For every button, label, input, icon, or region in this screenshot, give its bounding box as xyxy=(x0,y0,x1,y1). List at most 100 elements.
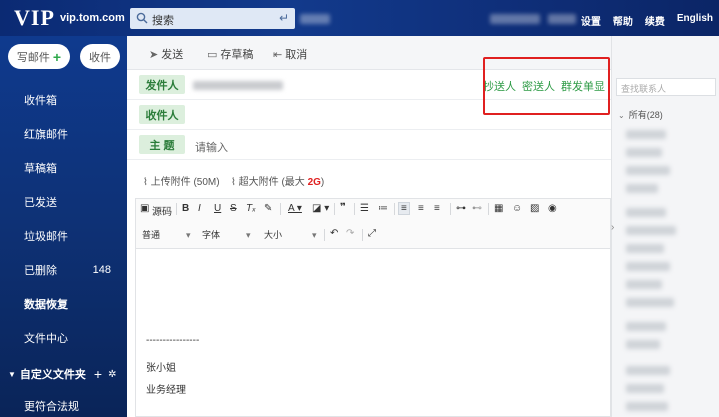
recipient-label: 收件人 xyxy=(139,105,185,124)
source-button[interactable]: 源码 xyxy=(152,203,172,218)
sidebar-item-flagged[interactable]: 红旗邮件 xyxy=(0,120,127,148)
cancel-button[interactable]: ⇤ 取消 xyxy=(273,46,307,62)
contact-item[interactable] xyxy=(626,280,662,289)
subject-row[interactable]: 主 题 请输入 xyxy=(127,130,611,160)
divider xyxy=(280,203,281,215)
enter-icon[interactable]: ↵ xyxy=(279,11,289,25)
align-right-icon[interactable]: ≡ xyxy=(434,203,440,214)
subject-input[interactable]: 请输入 xyxy=(195,139,228,155)
contacts-all-group[interactable]: ⌄ 所有(28) xyxy=(618,108,663,121)
contact-item[interactable] xyxy=(626,366,670,375)
italic-icon[interactable]: I xyxy=(198,203,201,214)
sender-address[interactable] xyxy=(193,81,283,90)
font-value: 字体 xyxy=(202,230,221,240)
signature-name: 张小姐 xyxy=(146,363,176,374)
send-button[interactable]: ➤ 发送 xyxy=(149,46,183,62)
collapse-handle-icon[interactable]: › xyxy=(611,222,619,236)
link-settings[interactable]: 设置 xyxy=(581,13,601,28)
domain-label: vip.tom.com xyxy=(60,12,125,24)
attachment-row: ⌇ 上传附件 (50M) ⌇ 超大附件 (最大 2G) xyxy=(127,163,611,198)
contact-item[interactable] xyxy=(626,322,666,331)
table-icon[interactable]: ▦ xyxy=(494,203,503,214)
fullscreen-icon[interactable]: ⤢ xyxy=(368,228,376,239)
custom-folder-label: 自定义文件夹 xyxy=(19,369,86,381)
chevron-down-icon: ▾ xyxy=(312,230,317,240)
bold-icon[interactable]: B xyxy=(182,203,189,214)
contact-item[interactable] xyxy=(626,340,660,349)
contacts-search-input[interactable]: 查找联系人 xyxy=(616,78,716,96)
sidebar-item-label: 更符合法规 xyxy=(24,401,79,413)
gear-icon[interactable]: ✲ xyxy=(108,369,116,380)
blurred-area xyxy=(490,14,540,24)
link-icon[interactable]: ⊶ xyxy=(456,203,466,214)
strikethrough-icon[interactable]: S xyxy=(230,203,237,214)
compose-button[interactable]: 写邮件 + xyxy=(8,44,70,69)
link-help[interactable]: 帮助 xyxy=(613,13,633,28)
sidebar-item-sent[interactable]: 已发送 xyxy=(0,188,127,216)
sidebar-item-deleted[interactable]: 已删除 148 xyxy=(0,256,127,284)
align-center-icon[interactable]: ≡ xyxy=(418,203,424,214)
clear-format-icon[interactable]: Tₓ xyxy=(246,203,256,214)
contact-item[interactable] xyxy=(626,244,664,253)
emoji-icon[interactable]: ☺ xyxy=(512,203,522,214)
contact-item[interactable] xyxy=(626,402,668,411)
receive-button[interactable]: 收件 xyxy=(80,44,120,69)
divider xyxy=(488,203,489,215)
subject-label: 主 题 xyxy=(139,135,185,154)
contact-item[interactable] xyxy=(626,184,658,193)
contact-item[interactable] xyxy=(626,208,666,217)
divider xyxy=(394,203,395,215)
contact-item[interactable] xyxy=(626,226,676,235)
compass-icon[interactable]: ◉ xyxy=(548,203,557,214)
contact-item[interactable] xyxy=(626,262,670,271)
contact-item[interactable] xyxy=(626,384,664,393)
sidebar-item-inbox[interactable]: 收件箱 xyxy=(0,86,127,114)
sidebar-item-file-center[interactable]: 文件中心 xyxy=(0,324,127,352)
large-attachment-prefix: 超大附件 (最大 xyxy=(238,177,308,188)
save-draft-label: 存草稿 xyxy=(220,49,254,61)
contact-item[interactable] xyxy=(626,130,666,139)
large-attachment-link[interactable]: ⌇ 超大附件 (最大 2G) xyxy=(231,173,324,188)
font-color-icon[interactable]: A ▾ xyxy=(288,203,302,214)
align-left-icon[interactable]: ≡ xyxy=(398,202,410,215)
font-select[interactable]: 字体 ▾ xyxy=(202,228,251,241)
size-select[interactable]: 大小 ▾ xyxy=(264,228,317,241)
editor-body[interactable]: ---------------- 张小姐 业务经理 xyxy=(135,248,611,417)
signature-divider: ---------------- xyxy=(146,335,200,346)
redo-icon[interactable]: ↷ xyxy=(346,228,354,239)
format-painter-icon[interactable]: ✎ xyxy=(264,203,272,214)
link-english[interactable]: English xyxy=(677,13,713,28)
chevron-down-icon: ▾ xyxy=(186,230,191,240)
contacts-panel: 查找联系人 ⌄ 所有(28) xyxy=(611,36,719,417)
quote-icon[interactable]: ❞ xyxy=(340,202,346,213)
sidebar-item-label: 文件中心 xyxy=(24,333,68,345)
image-icon[interactable]: ▨ xyxy=(530,203,539,214)
chevron-down-icon: ▾ xyxy=(246,230,251,240)
paperclip-icon: ⌇ xyxy=(231,177,236,188)
bullet-list-icon[interactable]: ☰ xyxy=(360,203,369,214)
link-renew[interactable]: 续费 xyxy=(645,13,665,28)
contacts-all-label: 所有(28) xyxy=(628,110,663,120)
paper-plane-icon: ➤ xyxy=(149,48,159,61)
undo-icon[interactable]: ↶ xyxy=(330,228,338,239)
contact-item[interactable] xyxy=(626,166,670,175)
sidebar-item-drafts[interactable]: 草稿箱 xyxy=(0,154,127,182)
numbered-list-icon[interactable]: ≔ xyxy=(378,203,388,214)
unlink-icon[interactable]: ⊷ xyxy=(472,203,482,214)
sidebar-item-spam[interactable]: 垃圾邮件 xyxy=(0,222,127,250)
contact-item[interactable] xyxy=(626,298,674,307)
contact-item[interactable] xyxy=(626,148,662,157)
underline-icon[interactable]: U xyxy=(214,203,221,214)
sidebar-item-bottom[interactable]: 更符合法规 xyxy=(0,392,127,417)
custom-folder-header[interactable]: ▼ 自定义文件夹 + ✲ xyxy=(8,364,123,384)
save-draft-button[interactable]: ▭ 存草稿 xyxy=(207,46,253,62)
sidebar-item-data-recovery[interactable]: 数据恢复 xyxy=(0,290,127,318)
add-folder-icon[interactable]: + xyxy=(94,366,102,382)
search-placeholder: 搜索 xyxy=(152,15,174,27)
upload-attachment-link[interactable]: ⌇ 上传附件 (50M) xyxy=(143,173,220,188)
source-icon[interactable]: ▣ xyxy=(140,203,149,214)
search-input[interactable]: 搜索 ↵ xyxy=(130,8,295,29)
paragraph-format-select[interactable]: 普通 ▾ xyxy=(142,228,192,241)
background-color-icon[interactable]: ◪ ▾ xyxy=(312,203,329,214)
back-icon: ⇤ xyxy=(273,48,283,61)
